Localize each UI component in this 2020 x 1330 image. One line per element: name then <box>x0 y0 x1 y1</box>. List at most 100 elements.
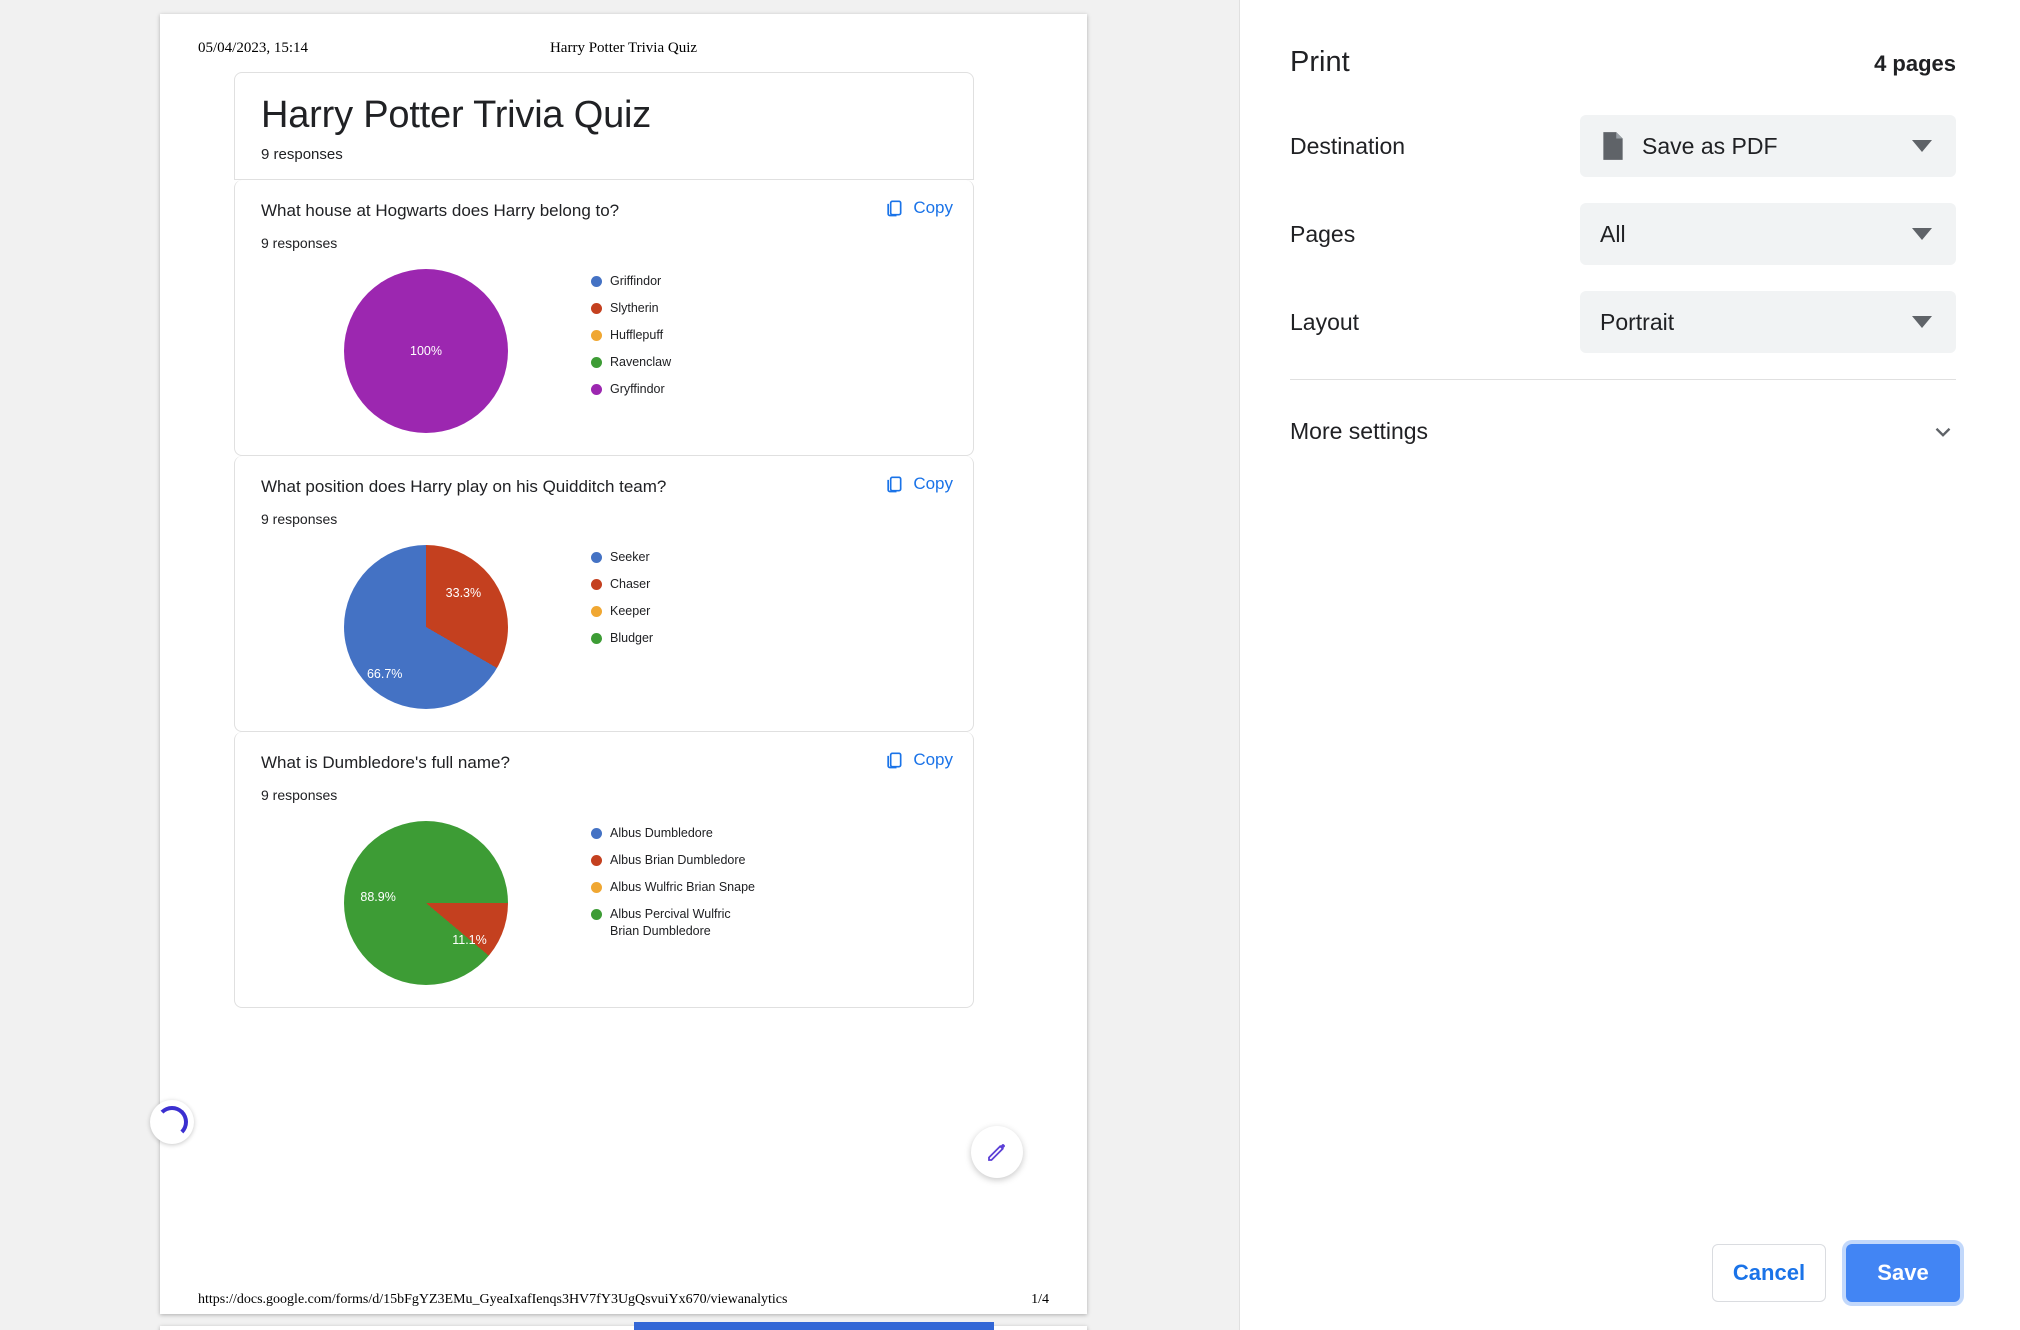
legend-item: Gryffindor <box>591 381 671 398</box>
form-title-card: Harry Potter Trivia Quiz 9 responses <box>234 72 974 181</box>
question-response-count: 9 responses <box>261 511 338 528</box>
pie-slice-label: 66.7% <box>366 666 403 681</box>
legend-item: Griffindor <box>591 273 671 290</box>
legend-swatch-icon <box>591 579 602 591</box>
forms-content: Harry Potter Trivia Quiz 9 responses Wha… <box>234 72 974 1009</box>
pages-label: Pages <box>1290 220 1356 247</box>
pie-wrap-2: 33.3% 66.7% <box>261 545 591 710</box>
layout-label: Layout <box>1290 308 1360 335</box>
chart-legend-1: Griffindor Slytherin Hufflepuff Ravencla… <box>591 269 671 407</box>
legend-item: Hufflepuff <box>591 327 671 344</box>
setting-row-pages: Pages All <box>1290 203 1956 265</box>
copy-icon <box>887 200 902 217</box>
legend-swatch-icon <box>591 552 602 564</box>
pencil-icon <box>988 1144 1005 1161</box>
destination-select[interactable]: Save as PDF <box>1580 115 1956 177</box>
question-title: What position does Harry play on his Qui… <box>261 477 667 497</box>
scroll-indicator[interactable] <box>634 1322 994 1330</box>
legend-label: Albus Wulfric Brian Snape <box>610 880 755 895</box>
question-card-1: What house at Hogwarts does Harry belong… <box>234 180 974 457</box>
edit-form-fab[interactable] <box>971 1126 1023 1178</box>
save-button[interactable]: Save <box>1846 1244 1960 1302</box>
print-settings-list: Destination Save as PDF Pages All Layout… <box>1240 79 2020 380</box>
legend-label: Gryffindor <box>610 381 665 396</box>
setting-row-layout: Layout Portrait <box>1290 291 1956 353</box>
legend-swatch-icon <box>591 276 602 288</box>
legend-swatch-icon <box>591 882 602 894</box>
legend-swatch-icon <box>591 908 602 920</box>
footer-page-number: 1/4 <box>1031 1292 1049 1307</box>
question-card-3: What is Dumbledore's full name? Copy 9 r… <box>234 732 974 1009</box>
legend-label: Chaser <box>610 577 651 592</box>
chevron-down-icon <box>1912 228 1932 240</box>
legend-label: Albus Brian Dumbledore <box>610 853 746 868</box>
copy-label: Copy <box>913 198 953 218</box>
layout-select[interactable]: Portrait <box>1580 291 1956 353</box>
print-title: Print <box>1290 46 1350 78</box>
legend-swatch-icon <box>591 383 602 395</box>
legend-item: Slytherin <box>591 300 671 317</box>
print-panel-header: Print 4 pages <box>1240 0 2020 79</box>
legend-label: Seeker <box>610 550 650 565</box>
cancel-button[interactable]: Cancel <box>1712 1244 1826 1302</box>
copy-button-1[interactable]: Copy <box>884 198 953 218</box>
legend-item: Keeper <box>591 603 653 620</box>
destination-value: Save as PDF <box>1642 132 1778 159</box>
pie-slice-label: 100% <box>410 344 442 359</box>
page-title: Harry Potter Trivia Quiz <box>261 94 652 136</box>
pie-slice-label: 33.3% <box>445 586 482 601</box>
legend-item: Albus Brian Dumbledore <box>591 852 760 869</box>
more-settings-label: More settings <box>1290 418 1429 444</box>
print-preview-screen: 05/04/2023, 15:14 Harry Potter Trivia Qu… <box>0 0 2020 1330</box>
pie-wrap-1: 100% <box>261 269 591 434</box>
header-date: 05/04/2023, 15:14 <box>198 40 309 56</box>
loading-spinner-icon <box>150 1100 194 1144</box>
legend-swatch-icon <box>591 855 602 867</box>
print-panel-footer: Cancel Save <box>1712 1244 1960 1302</box>
chart-row-3: 88.9% 11.1% Albus Dumbledore Albus Brian… <box>261 821 947 986</box>
chevron-down-icon <box>1912 316 1932 328</box>
chevron-down-icon <box>1935 427 1951 437</box>
pie-slice-label: 88.9% <box>360 890 396 905</box>
page-count-label: 4 pages <box>1874 51 1956 76</box>
copy-icon <box>887 752 902 769</box>
copy-button-3[interactable]: Copy <box>884 750 953 770</box>
legend-label: Griffindor <box>610 274 662 289</box>
legend-label: Ravenclaw <box>610 354 672 369</box>
chevron-down-icon <box>1912 140 1932 152</box>
legend-swatch-icon <box>591 356 602 368</box>
header-title: Harry Potter Trivia Quiz <box>549 40 698 56</box>
question-response-count: 9 responses <box>261 787 338 804</box>
legend-item: Chaser <box>591 576 653 593</box>
pages-select[interactable]: All <box>1580 203 1956 265</box>
legend-item: Bludger <box>591 630 653 647</box>
copy-label: Copy <box>913 750 953 770</box>
legend-label: Keeper <box>610 603 651 618</box>
copy-button-2[interactable]: Copy <box>884 474 953 494</box>
preview-page-1: 05/04/2023, 15:14 Harry Potter Trivia Qu… <box>150 14 1087 1314</box>
pie-chart-1: 100% <box>344 269 508 434</box>
layout-value: Portrait <box>1600 308 1675 335</box>
footer-url: https://docs.google.com/forms/d/15bFgYZ3… <box>198 1292 788 1307</box>
legend-label: Albus Percival Wulfric Brian Dumbledore <box>610 906 731 938</box>
legend-swatch-icon <box>591 605 602 617</box>
pie-slice-label: 11.1% <box>452 932 487 947</box>
more-settings-toggle[interactable]: More settings <box>1240 380 2020 445</box>
legend-item: Albus Dumbledore <box>591 825 760 842</box>
print-settings-panel: Print 4 pages Destination Save as PDF Pa… <box>1239 0 2020 1330</box>
legend-item: Seeker <box>591 549 653 566</box>
document-icon <box>1603 132 1623 160</box>
pie-chart-3: 88.9% 11.1% <box>344 821 508 986</box>
legend-label: Albus Dumbledore <box>610 826 713 841</box>
question-response-count: 9 responses <box>261 235 338 252</box>
legend-item: Albus Wulfric Brian Snape <box>591 879 760 896</box>
pie-chart-2: 33.3% 66.7% <box>344 545 508 710</box>
chart-row-1: 100% Griffindor Slytherin Hufflepuff Rav… <box>261 269 947 434</box>
legend-swatch-icon <box>591 303 602 314</box>
print-preview-area[interactable]: 05/04/2023, 15:14 Harry Potter Trivia Qu… <box>0 0 1239 1330</box>
pie-wrap-3: 88.9% 11.1% <box>261 821 591 986</box>
copy-label: Copy <box>913 474 953 494</box>
legend-swatch-icon <box>591 632 602 644</box>
legend-swatch-icon <box>591 828 602 840</box>
legend-swatch-icon <box>591 329 602 341</box>
